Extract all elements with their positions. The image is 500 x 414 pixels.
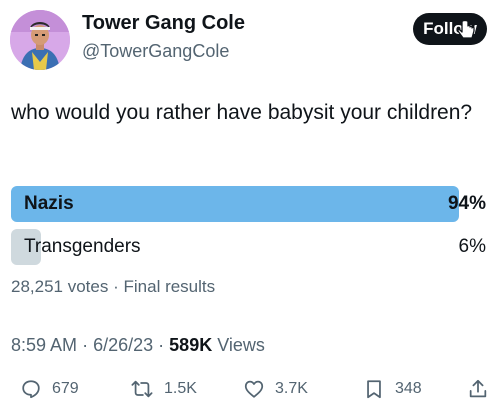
poll-votes: 28,251 votes <box>11 277 109 296</box>
poll-bar <box>11 186 459 222</box>
action-bar: 679 1.5K 3.7K 348 <box>0 372 500 406</box>
poll-summary: 28,251 votes · Final results <box>11 277 215 297</box>
reply-button[interactable]: 679 <box>20 376 79 402</box>
like-button[interactable]: 3.7K <box>243 376 308 402</box>
poll-option-label: Nazis <box>24 193 74 214</box>
follow-button-label: Follow <box>423 19 477 38</box>
tweet-time[interactable]: 8:59 AM <box>11 335 77 355</box>
like-count: 3.7K <box>275 380 308 397</box>
poll-option: Nazis 94% <box>11 186 488 222</box>
author-handle[interactable]: @TowerGangCole <box>82 41 229 62</box>
avatar-image <box>10 10 70 70</box>
bookmark-button[interactable]: 348 <box>363 376 422 402</box>
poll-option: Transgenders 6% <box>11 229 488 265</box>
bookmark-count: 348 <box>395 380 422 397</box>
reply-count: 679 <box>52 380 79 397</box>
tweet-text: who would you rather have babysit your c… <box>11 101 473 124</box>
follow-button[interactable]: Follow <box>413 13 487 45</box>
heart-icon <box>244 380 264 398</box>
tweet-date[interactable]: 6/26/23 <box>93 335 153 355</box>
separator: · <box>82 335 89 355</box>
poll-option-percent: 94% <box>447 193 486 214</box>
bookmark-icon <box>367 380 381 399</box>
avatar[interactable] <box>10 10 70 70</box>
tweet-card: Tower Gang Cole @TowerGangCole Follow wh… <box>0 0 500 414</box>
poll-option-percent: 6% <box>458 236 486 257</box>
retweet-button[interactable]: 1.5K <box>130 376 197 402</box>
poll-option-label: Transgenders <box>24 236 141 257</box>
separator: · <box>113 277 119 296</box>
share-button[interactable] <box>467 376 489 402</box>
retweet-icon <box>131 380 153 398</box>
tweet-meta: 8:59 AM · 6/26/23 · 589K Views <box>11 335 265 356</box>
author-name[interactable]: Tower Gang Cole <box>82 12 245 35</box>
share-icon <box>469 379 487 398</box>
poll-status: Final results <box>123 277 216 296</box>
views-count: 589K <box>169 335 213 355</box>
reply-icon <box>22 380 40 399</box>
retweet-count: 1.5K <box>164 380 197 397</box>
views-label: Views <box>217 335 265 355</box>
separator: · <box>158 335 165 355</box>
